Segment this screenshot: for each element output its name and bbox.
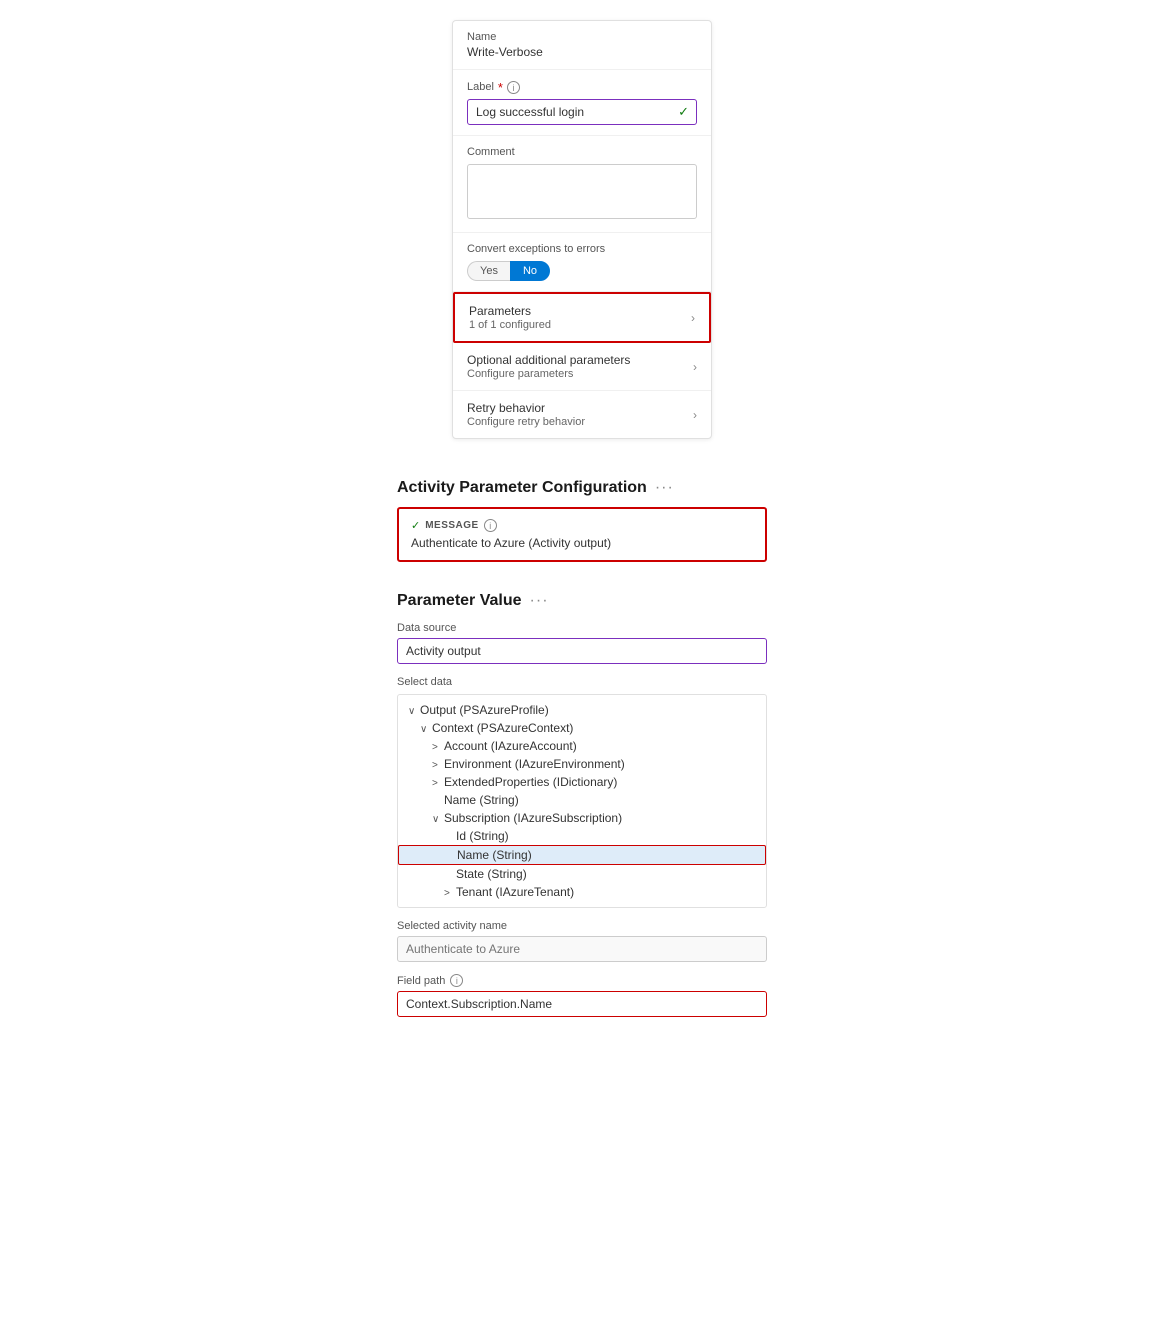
pv-header: Parameter Value ··· bbox=[397, 592, 767, 610]
retry-behavior-chevron-icon: › bbox=[693, 408, 697, 422]
optional-parameters-subtitle: Configure parameters bbox=[467, 368, 630, 380]
toggle-no[interactable]: No bbox=[510, 261, 550, 281]
message-label: MESSAGE bbox=[425, 520, 479, 531]
activity-parameter-config-section: Activity Parameter Configuration ··· ✓ M… bbox=[397, 479, 767, 562]
pv-title: Parameter Value bbox=[397, 592, 522, 610]
tree-item[interactable]: ∨ Output (PSAzureProfile) bbox=[398, 701, 766, 719]
retry-behavior-content: Retry behavior Configure retry behavior bbox=[467, 401, 585, 428]
field-path-label: Field path bbox=[397, 975, 445, 987]
selected-activity-input bbox=[397, 936, 767, 962]
tree-item[interactable]: ∨ Context (PSAzureContext) bbox=[398, 719, 766, 737]
name-value: Write-Verbose bbox=[467, 45, 697, 59]
data-source-label: Data source bbox=[397, 622, 767, 634]
parameter-value-section: Parameter Value ··· Data source Select d… bbox=[397, 592, 767, 1017]
label-label: Label bbox=[467, 81, 494, 93]
toggle-yes[interactable]: Yes bbox=[467, 261, 510, 281]
retry-behavior-title: Retry behavior bbox=[467, 401, 585, 415]
message-info-icon[interactable]: i bbox=[484, 519, 497, 532]
message-box: ✓ MESSAGE i Authenticate to Azure (Activ… bbox=[397, 507, 767, 562]
apc-header: Activity Parameter Configuration ··· bbox=[397, 479, 767, 497]
label-check-icon: ✓ bbox=[678, 104, 689, 120]
comment-textarea[interactable] bbox=[467, 164, 697, 219]
retry-behavior-item[interactable]: Retry behavior Configure retry behavior … bbox=[453, 391, 711, 438]
apc-title: Activity Parameter Configuration bbox=[397, 479, 647, 497]
activity-settings-panel: Name Write-Verbose Label * i ✓ Comment C… bbox=[452, 20, 712, 439]
required-indicator: * bbox=[498, 80, 503, 95]
toggle-row: Yes No bbox=[467, 261, 697, 281]
select-data-label: Select data bbox=[397, 676, 767, 688]
comment-label: Comment bbox=[467, 146, 697, 158]
tree-item[interactable]: Name (String) bbox=[398, 845, 766, 865]
comment-section: Comment bbox=[453, 136, 711, 233]
tree-item[interactable]: State (String) bbox=[398, 865, 766, 883]
label-input[interactable] bbox=[467, 99, 697, 125]
name-section: Name Write-Verbose bbox=[453, 21, 711, 70]
tree-item[interactable]: > Account (IAzureAccount) bbox=[398, 737, 766, 755]
message-check-icon: ✓ bbox=[411, 519, 420, 532]
pv-more-icon[interactable]: ··· bbox=[530, 592, 549, 610]
optional-parameters-item[interactable]: Optional additional parameters Configure… bbox=[453, 343, 711, 391]
tree-item[interactable]: > ExtendedProperties (IDictionary) bbox=[398, 773, 766, 791]
message-value: Authenticate to Azure (Activity output) bbox=[411, 536, 753, 550]
parameters-title: Parameters bbox=[469, 304, 551, 318]
tree-item[interactable]: > Environment (IAzureEnvironment) bbox=[398, 755, 766, 773]
parameters-section[interactable]: Parameters 1 of 1 configured › bbox=[453, 292, 711, 343]
retry-behavior-subtitle: Configure retry behavior bbox=[467, 416, 585, 428]
parameters-content: Parameters 1 of 1 configured bbox=[469, 304, 551, 331]
convert-exceptions-label: Convert exceptions to errors bbox=[467, 243, 697, 255]
tree-item[interactable]: > Tenant (IAzureTenant) bbox=[398, 883, 766, 901]
message-header: ✓ MESSAGE i bbox=[411, 519, 753, 532]
tree-item[interactable]: Id (String) bbox=[398, 827, 766, 845]
convert-exceptions-section: Convert exceptions to errors Yes No bbox=[453, 233, 711, 292]
data-tree: ∨ Output (PSAzureProfile)∨ Context (PSAz… bbox=[397, 694, 767, 908]
label-section: Label * i ✓ bbox=[453, 70, 711, 136]
field-path-input[interactable] bbox=[397, 991, 767, 1017]
field-path-row: Field path i bbox=[397, 974, 767, 987]
selected-activity-label: Selected activity name bbox=[397, 920, 767, 932]
label-info-icon[interactable]: i bbox=[507, 81, 520, 94]
data-source-input[interactable] bbox=[397, 638, 767, 664]
optional-parameters-content: Optional additional parameters Configure… bbox=[467, 353, 630, 380]
optional-parameters-chevron-icon: › bbox=[693, 360, 697, 374]
optional-parameters-title: Optional additional parameters bbox=[467, 353, 630, 367]
parameters-subtitle: 1 of 1 configured bbox=[469, 319, 551, 331]
parameters-chevron-icon: › bbox=[691, 311, 695, 325]
name-label: Name bbox=[467, 31, 697, 43]
tree-item[interactable]: ∨ Subscription (IAzureSubscription) bbox=[398, 809, 766, 827]
apc-more-icon[interactable]: ··· bbox=[655, 479, 674, 497]
tree-item[interactable]: Name (String) bbox=[398, 791, 766, 809]
field-path-info-icon[interactable]: i bbox=[450, 974, 463, 987]
